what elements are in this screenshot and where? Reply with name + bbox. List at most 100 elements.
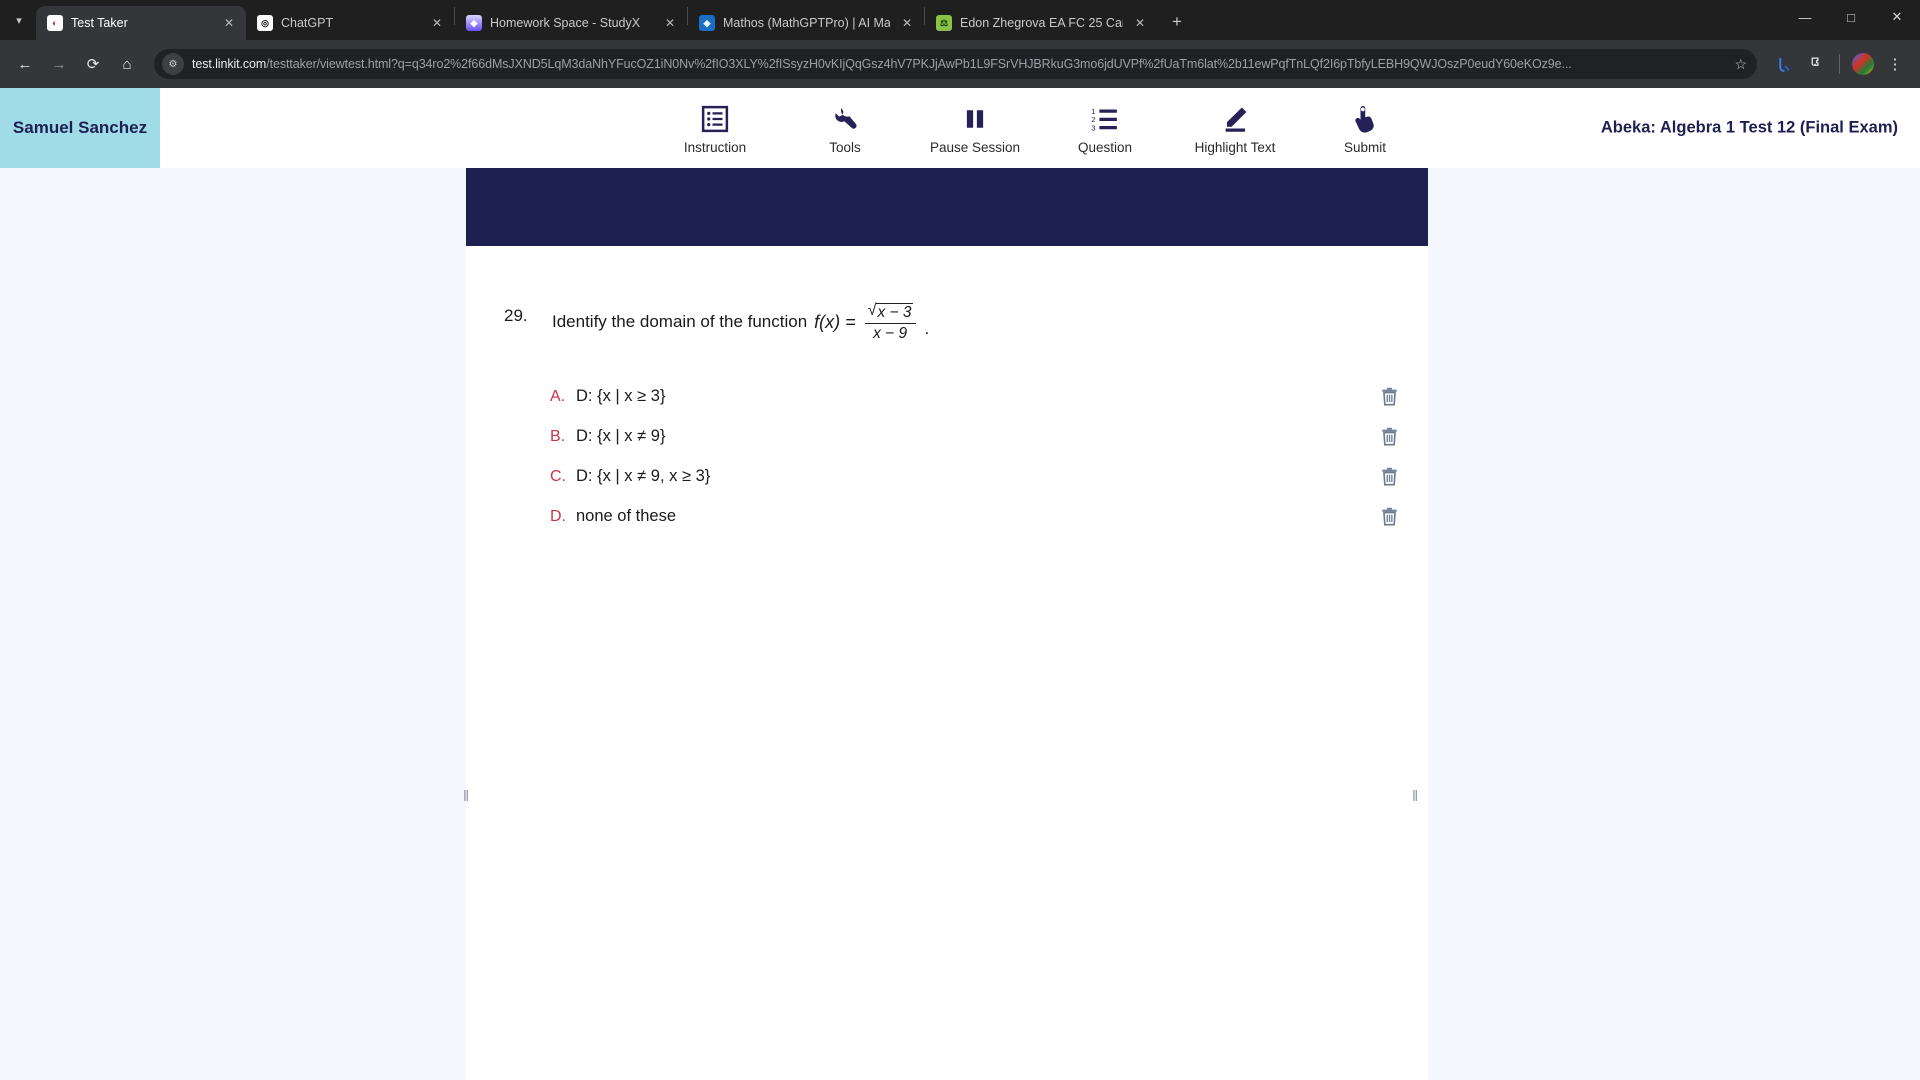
- tab-close-icon[interactable]: ✕: [898, 14, 916, 32]
- test-app-header: Samuel Sanchez Instruction Tools Pause S…: [0, 88, 1920, 168]
- toolbar-item-submit[interactable]: Submit: [1319, 100, 1411, 155]
- tab-search-icon[interactable]: ▾: [2, 3, 36, 37]
- question-row: 29. Identify the domain of the function …: [466, 302, 1428, 343]
- browser-tab-mathos[interactable]: ◈ Mathos (MathGPTPro) | AI Math ✕: [688, 6, 924, 40]
- tab-close-icon[interactable]: ✕: [428, 14, 446, 32]
- more-menu-icon[interactable]: ⋮: [1880, 49, 1910, 79]
- tab-title: Homework Space - StudyX: [490, 16, 641, 30]
- chatgpt-icon: ◎: [257, 15, 273, 31]
- numbered-list-icon: 123: [1090, 100, 1120, 134]
- copilot-icon[interactable]: [1769, 49, 1799, 79]
- toolbar-item-label: Pause Session: [929, 139, 1021, 155]
- question-block: 29. Identify the domain of the function …: [466, 246, 1428, 537]
- answer-option-d[interactable]: D. none of these: [466, 497, 1428, 537]
- formula-lhs: f(x) =: [814, 311, 856, 332]
- toolbar-item-tools[interactable]: Tools: [799, 100, 891, 155]
- answer-option-a[interactable]: A. D: {x | x ≥ 3}: [466, 377, 1428, 417]
- tab-close-icon[interactable]: ✕: [220, 14, 238, 32]
- toolbar-item-label: Highlight Text: [1194, 139, 1276, 155]
- instruction-list-icon: [700, 100, 730, 134]
- student-name-badge: Samuel Sanchez: [0, 88, 160, 168]
- forward-arrow-icon[interactable]: →: [44, 49, 74, 79]
- trash-icon[interactable]: [1381, 467, 1398, 486]
- pause-icon: [960, 100, 990, 134]
- maximize-button[interactable]: □: [1828, 0, 1874, 34]
- tune-icon[interactable]: ⚙: [162, 53, 184, 75]
- toolbar-right-icons: ⋮: [1769, 49, 1910, 79]
- testtaker-icon: ◐: [47, 15, 63, 31]
- browser-tab-futbin[interactable]: ⚖ Edon Zhegrova EA FC 25 Career ✕: [925, 6, 1157, 40]
- back-arrow-icon[interactable]: ←: [10, 49, 40, 79]
- question-prompt-text: Identify the domain of the function: [552, 312, 808, 332]
- toolbar-item-instruction[interactable]: Instruction: [669, 100, 761, 155]
- toolbar-item-label: Submit: [1343, 139, 1387, 155]
- paper-header-band: [466, 168, 1428, 246]
- answer-option-b[interactable]: B. D: {x | x ≠ 9}: [466, 417, 1428, 457]
- mathos-icon: ◈: [699, 15, 715, 31]
- svg-text:3: 3: [1091, 123, 1095, 132]
- test-stage: 29. Identify the domain of the function …: [0, 168, 1920, 1080]
- studyx-icon: ◆: [466, 15, 482, 31]
- formula-fraction: √ x − 3 x − 9: [864, 302, 916, 343]
- option-letter: C.: [550, 467, 566, 485]
- new-tab-button[interactable]: +: [1163, 8, 1191, 36]
- wrench-icon: [830, 100, 860, 134]
- web-page: Samuel Sanchez Instruction Tools Pause S…: [0, 88, 1920, 1080]
- tab-title: ChatGPT: [281, 16, 334, 30]
- trash-icon[interactable]: [1381, 427, 1398, 446]
- url-domain: test.linkit.com: [192, 57, 267, 71]
- reload-icon[interactable]: ⟳: [78, 49, 108, 79]
- toolbar-item-question[interactable]: 123 Question: [1059, 100, 1151, 155]
- option-letter: D.: [550, 507, 566, 525]
- option-text: D: {x | x ≠ 9, x ≥ 3}: [576, 467, 711, 486]
- star-icon[interactable]: ☆: [1734, 56, 1747, 73]
- exam-title: Abeka: Algebra 1 Test 12 (Final Exam): [1600, 118, 1898, 137]
- toolbar-item-label: Instruction: [683, 139, 747, 155]
- trash-icon[interactable]: [1381, 387, 1398, 406]
- pencil-highlight-icon: [1220, 100, 1250, 134]
- url-path: /testtaker/viewtest.html?q=q34ro2%2f66dM…: [266, 57, 1572, 71]
- window-controls: — □ ✕: [1782, 0, 1920, 40]
- browser-tab-test-taker[interactable]: ◐ Test Taker ✕: [36, 6, 246, 40]
- option-letter: A.: [550, 387, 566, 405]
- avatar[interactable]: [1848, 49, 1878, 79]
- toolbar-item-label: Question: [1077, 139, 1133, 155]
- option-text: D: {x | x ≥ 3}: [576, 387, 666, 406]
- toolbar-item-pause-session[interactable]: Pause Session: [929, 100, 1021, 155]
- question-prompt: Identify the domain of the function f(x)…: [552, 302, 929, 343]
- home-icon[interactable]: ⌂: [112, 49, 142, 79]
- option-text: none of these: [576, 507, 676, 526]
- futbin-icon: ⚖: [936, 15, 952, 31]
- right-resize-grip[interactable]: ‖: [1412, 788, 1418, 805]
- extensions-icon[interactable]: [1801, 49, 1831, 79]
- formula-numerator: √ x − 3: [865, 302, 916, 323]
- radical-icon: √: [867, 302, 877, 319]
- toolbar-item-highlight-text[interactable]: Highlight Text: [1189, 100, 1281, 155]
- toolbar-divider: [1839, 54, 1840, 74]
- left-resize-grip[interactable]: ‖: [463, 788, 469, 805]
- answer-options: A. D: {x | x ≥ 3} B. D: {x | x ≠ 9} C. D…: [466, 377, 1428, 537]
- formula-period: .: [924, 318, 930, 338]
- question-number: 29.: [504, 306, 528, 325]
- radicand: x − 3: [876, 303, 913, 321]
- tab-title: Test Taker: [71, 16, 128, 30]
- question-paper: 29. Identify the domain of the function …: [466, 168, 1428, 1080]
- tab-close-icon[interactable]: ✕: [661, 14, 679, 32]
- trash-icon[interactable]: [1381, 507, 1398, 526]
- close-window-button[interactable]: ✕: [1874, 0, 1920, 34]
- minimize-button[interactable]: —: [1782, 0, 1828, 34]
- address-bar[interactable]: ⚙ test.linkit.com/testtaker/viewtest.htm…: [154, 49, 1757, 79]
- browser-toolbar: ← → ⟳ ⌂ ⚙ test.linkit.com/testtaker/view…: [0, 40, 1920, 88]
- formula-denominator: x − 9: [864, 322, 916, 343]
- tab-close-icon[interactable]: ✕: [1131, 14, 1149, 32]
- option-letter: B.: [550, 427, 566, 445]
- answer-option-c[interactable]: C. D: {x | x ≠ 9, x ≥ 3}: [466, 457, 1428, 497]
- toolbar-item-label: Tools: [829, 139, 861, 155]
- tab-strip: ▾ ◐ Test Taker ✕ ◎ ChatGPT ✕ ◆ Homework …: [0, 0, 1920, 40]
- browser-tab-chatgpt[interactable]: ◎ ChatGPT ✕: [246, 6, 454, 40]
- address-bar-url: test.linkit.com/testtaker/viewtest.html?…: [192, 57, 1726, 71]
- tab-title: Edon Zhegrova EA FC 25 Career: [960, 16, 1123, 30]
- browser-tab-studyx[interactable]: ◆ Homework Space - StudyX ✕: [455, 6, 687, 40]
- tab-title: Mathos (MathGPTPro) | AI Math: [723, 16, 890, 30]
- hand-pointer-icon: [1350, 100, 1380, 134]
